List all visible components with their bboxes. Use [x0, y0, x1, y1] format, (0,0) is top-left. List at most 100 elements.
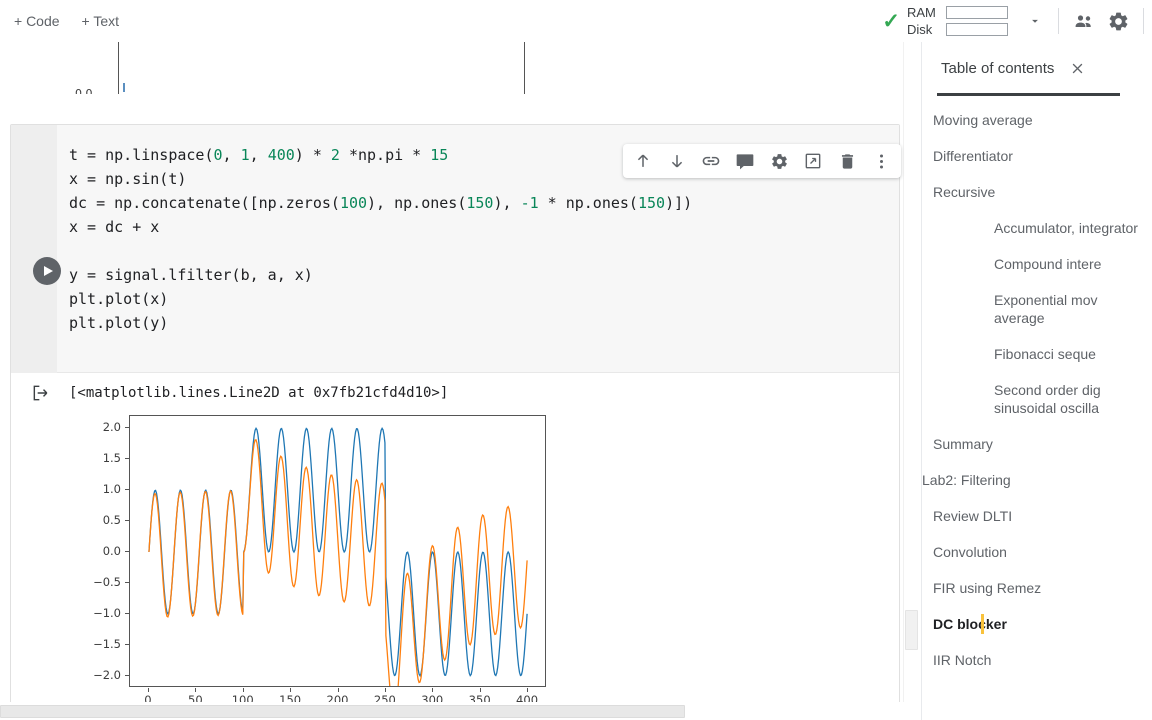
plot-xtick-mark	[432, 688, 434, 692]
ram-meter-track	[946, 6, 1008, 19]
ram-label: RAM	[907, 5, 936, 20]
code-token: x = np.sin(t) dc = np.concatenate([np.ze…	[69, 170, 340, 212]
plot-ytick-label: 0.5	[102, 513, 121, 528]
output-arrow-icon	[31, 383, 51, 403]
plot-xtick-mark	[242, 688, 244, 692]
cell-action-toolbar[interactable]	[623, 144, 901, 178]
plot-xtick-label: 400	[516, 693, 539, 702]
toc-item[interactable]: Recursive	[922, 174, 1152, 210]
add-text-label: + Text	[81, 13, 120, 29]
check-icon: ✓	[882, 9, 900, 33]
toc-active-tab-underline	[937, 93, 1120, 96]
plot-xtick-mark	[337, 688, 339, 692]
code-number-literal: 400	[267, 146, 295, 164]
add-code-label: + Code	[14, 13, 60, 29]
plot-xtick-label: 50	[188, 693, 203, 702]
toc-item[interactable]: FIR using Remez	[922, 570, 1152, 606]
code-source[interactable]: t = np.linspace(0, 1, 400) * 2 *np.pi * …	[69, 143, 692, 335]
previous-plot-frame	[118, 42, 525, 94]
plot-ytick-mark	[125, 458, 129, 460]
toc-item[interactable]: DC blocker	[922, 606, 1152, 642]
toc-item[interactable]: Fibonacci seque	[922, 336, 1152, 372]
code-cell[interactable]: t = np.linspace(0, 1, 400) * 2 *np.pi * …	[10, 124, 901, 702]
runtime-status[interactable]: ✓ RAM Disk	[882, 5, 1014, 37]
cell-settings-icon[interactable]	[762, 145, 796, 177]
add-text-cell-button[interactable]: + Text	[74, 9, 128, 33]
toc-item[interactable]: Convolution	[922, 534, 1152, 570]
code-number-literal: -1	[520, 194, 539, 212]
toc-item[interactable]: IIR Notch	[922, 642, 1152, 678]
plot-xtick-label: 200	[326, 693, 349, 702]
code-editor-region[interactable]: t = np.linspace(0, 1, 400) * 2 *np.pi * …	[11, 125, 901, 394]
plot-xtick-mark	[384, 688, 386, 692]
plot-ytick-mark	[125, 612, 129, 614]
toc-item[interactable]: Summary	[922, 426, 1152, 462]
toolbar-divider-1	[1058, 8, 1059, 34]
toc-item[interactable]: Exponential mov average	[922, 282, 1152, 336]
mirror-cell-icon[interactable]	[796, 145, 830, 177]
link-to-cell-icon[interactable]	[694, 145, 728, 177]
plot-ytick-mark	[125, 643, 129, 645]
more-options-icon[interactable]	[864, 145, 898, 177]
move-cell-down-icon[interactable]	[660, 145, 694, 177]
code-token: ,	[249, 146, 268, 164]
table-of-contents-panel: Table of contents Moving average Differen…	[921, 42, 1152, 720]
move-cell-up-icon[interactable]	[626, 145, 660, 177]
plot-ytick-label: −1.5	[93, 636, 121, 651]
plot-ytick-label: 1.0	[102, 482, 121, 497]
code-number-literal: 0	[213, 146, 223, 164]
plot-xtick-mark	[527, 688, 529, 692]
add-comment-icon[interactable]	[728, 145, 762, 177]
horizontal-scrollbar-thumb[interactable]	[0, 705, 685, 718]
delete-cell-icon[interactable]	[830, 145, 864, 177]
run-cell-button[interactable]	[33, 257, 61, 285]
toc-item[interactable]: Differentiator	[922, 138, 1152, 174]
toc-item[interactable]: Lab2: Filtering	[922, 462, 1152, 498]
code-token: t = np.linspace(	[69, 146, 214, 164]
gear-icon[interactable]	[1101, 4, 1135, 38]
plot-xtick-label: 0	[144, 693, 152, 702]
toc-item-list[interactable]: Moving average Differentiator Recursive Acc…	[922, 102, 1152, 720]
code-token: ) *	[294, 146, 331, 164]
plot-ytick-mark	[125, 674, 129, 676]
code-token: ,	[222, 146, 241, 164]
plot-xtick-mark	[195, 688, 197, 692]
plot-xtick-label: 350	[468, 693, 491, 702]
toc-item[interactable]: Compound intere	[922, 246, 1152, 282]
disk-meter-track	[946, 23, 1008, 36]
plot-xtick-mark	[290, 688, 292, 692]
add-code-cell-button[interactable]: + Code	[6, 9, 68, 33]
plot-ytick-label: −0.5	[93, 574, 121, 589]
stdout-text: [<matplotlib.lines.Line2D at 0x7fb21cfd4…	[69, 385, 449, 401]
notebook-scroll-area: 0.0 0.00.20.40.60.81.0 t = np.linspace(0…	[0, 42, 920, 702]
code-token: * np.ones(	[538, 194, 638, 212]
plot-ytick-label: 2.0	[102, 420, 121, 435]
plot-xtick-mark	[479, 688, 481, 692]
toc-title: Table of contents	[941, 59, 1055, 77]
previous-plot-ytick-label: 0.0	[75, 87, 93, 94]
disk-label: Disk	[907, 22, 933, 37]
toc-item[interactable]: Review DLTI	[922, 498, 1152, 534]
toc-item[interactable]: Moving average	[922, 102, 1152, 138]
vertical-scrollbar-track[interactable]	[903, 42, 920, 702]
toc-item[interactable]: Second order dig sinusoidal oscilla	[922, 372, 1152, 426]
vertical-scrollbar-thumb[interactable]	[905, 610, 918, 650]
code-number-literal: 150	[466, 194, 494, 212]
cell-output-region: [<matplotlib.lines.Line2D at 0x7fb21cfd4…	[11, 373, 899, 702]
ram-meter-row: RAM	[907, 5, 1008, 20]
plot-ytick-mark	[125, 520, 129, 522]
people-share-icon[interactable]	[1067, 4, 1101, 38]
code-token: )]) x = dc + x y = signal.lfilter(b, a, …	[69, 194, 693, 332]
plot-axes-frame	[129, 415, 546, 687]
plot-ytick-label: 0.0	[102, 544, 121, 558]
close-icon[interactable]	[1066, 57, 1088, 79]
chevron-down-icon[interactable]	[1020, 6, 1050, 36]
cell-gutter	[11, 125, 57, 373]
toc-item[interactable]: Accumulator, integrator	[922, 210, 1152, 246]
plot-ytick-label: −2.0	[93, 667, 121, 682]
code-token: ), np.ones(	[367, 194, 467, 212]
plot-xtick-label: 100	[231, 693, 254, 702]
code-number-literal: 100	[339, 194, 368, 212]
plot-ytick-mark	[125, 489, 129, 491]
plot-xtick-mark	[147, 688, 149, 692]
